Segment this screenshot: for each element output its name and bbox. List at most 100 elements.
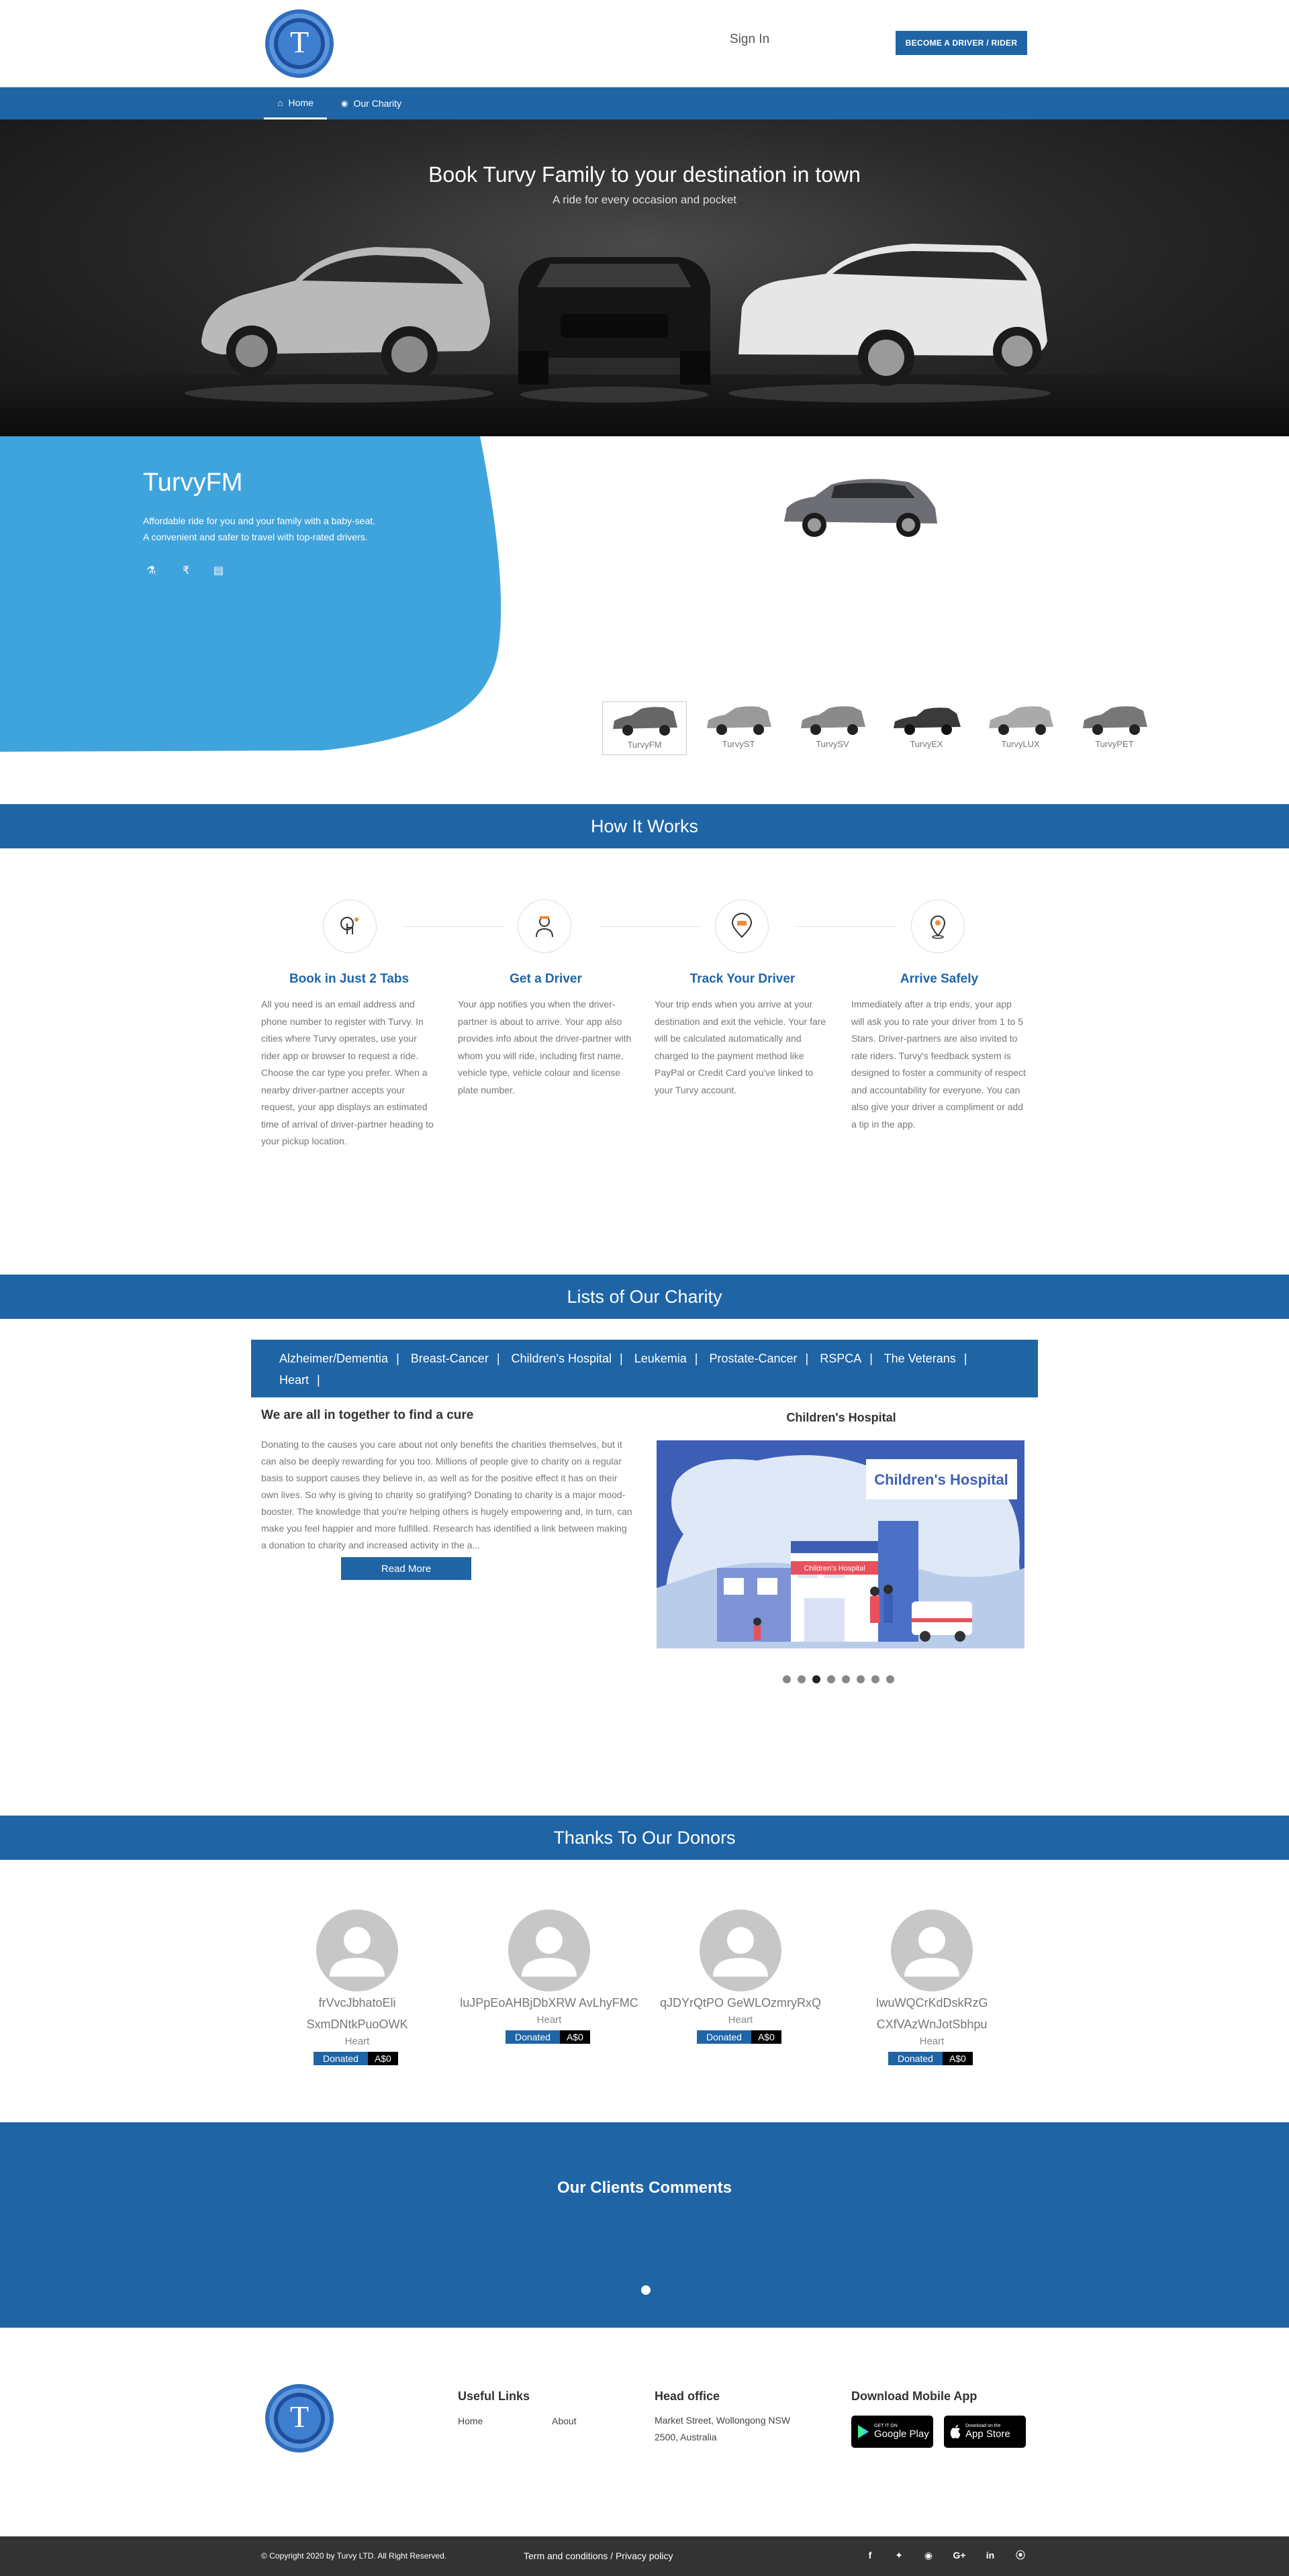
apple-icon <box>950 2425 961 2438</box>
seat-icon: ⚗ <box>146 565 156 577</box>
become-driver-button[interactable]: BECOME A DRIVER / RIDER <box>896 31 1027 55</box>
app-store-text: App Store <box>965 2428 1010 2440</box>
step-text-2: Your app notifies you when the driver-pa… <box>458 999 632 1095</box>
donor-cause: Heart <box>728 2014 753 2026</box>
car-label: TurvyST <box>722 739 755 749</box>
header: T Sign In BECOME A DRIVER / RIDER <box>0 0 1289 87</box>
comments-title: Our Clients Comments <box>557 2179 732 2197</box>
donors-section-title: Thanks To Our Donors <box>0 1816 1289 1860</box>
terms-privacy-link[interactable]: Term and conditions / Privacy policy <box>524 2550 673 2561</box>
address-line-1: Market Street, Wollongong NSW <box>655 2415 791 2426</box>
slider-dot-active[interactable] <box>812 1675 820 1683</box>
nav-item-charity[interactable]: ◉ Our Charity <box>341 87 401 119</box>
instagram-icon[interactable]: ◉ <box>920 2547 937 2563</box>
slider-dot[interactable] <box>842 1675 850 1683</box>
linkedin-icon[interactable]: in <box>982 2547 998 2563</box>
slider-dot[interactable] <box>871 1675 879 1683</box>
logo-letter: T <box>289 25 309 59</box>
charity-tab[interactable]: Alzheimer/Dementia <box>279 1352 388 1365</box>
car-label: TurvySV <box>816 739 849 749</box>
charity-tab[interactable]: Breast-Cancer <box>411 1352 489 1365</box>
car-pet-icon <box>1083 706 1147 735</box>
selected-car-image <box>784 479 937 537</box>
charity-description: Donating to the causes you care about no… <box>261 1439 632 1550</box>
turvy-logo[interactable]: T <box>264 8 335 79</box>
car-type-desc-1: Affordable ride for you and your family … <box>143 515 376 526</box>
app-store-button[interactable]: Download on the App Store <box>944 2416 1026 2448</box>
step-title-4: Arrive Safely <box>900 972 979 986</box>
donor-name: luJPpEoAHBjDbXRW AvLhyFMC <box>460 1996 638 2010</box>
car-label: TurvyLUX <box>1001 739 1040 749</box>
app-store-small: Download on the <box>965 2424 1001 2428</box>
twitter-icon[interactable]: ✦ <box>891 2547 907 2563</box>
footer-logo[interactable]: T <box>264 2383 335 2454</box>
footer-link-home[interactable]: Home <box>458 2413 483 2430</box>
how-it-works-title: How It Works <box>0 804 1289 848</box>
step-title-3: Track Your Driver <box>689 972 796 986</box>
hero-banner: Book Turvy Family to your destination in… <box>0 119 1289 436</box>
car-type-desc-2: A convenient and safer to travel with to… <box>143 532 368 542</box>
slider-dot[interactable] <box>783 1675 791 1683</box>
car-ex-icon <box>894 707 961 735</box>
car-option-lux[interactable]: TurvyLUX <box>978 701 1063 755</box>
donation-badge: Donated A$0 <box>314 2052 398 2065</box>
charity-tab[interactable]: Prostate-Cancer <box>709 1352 797 1365</box>
nav-item-home[interactable]: ⌂ Home <box>264 87 327 119</box>
step-connector <box>403 926 504 927</box>
nav-charity-label: Our Charity <box>353 98 402 109</box>
donation-badge: Donated A$0 <box>506 2030 590 2044</box>
donor-cause: Heart <box>536 2014 562 2026</box>
google-play-button[interactable]: GET IT ON Google Play <box>851 2416 933 2448</box>
charity-section-title: Lists of Our Charity <box>0 1275 1289 1319</box>
sign-text: Children's Hospital <box>804 1565 865 1573</box>
charity-tab[interactable]: RSPCA <box>820 1352 861 1365</box>
track-icon <box>715 899 769 953</box>
donated-label: Donated <box>506 2030 560 2044</box>
charity-tab[interactable]: The Veterans <box>884 1352 956 1365</box>
charity-icon: ◉ <box>341 99 348 108</box>
car-type-title: TurvyFM <box>143 468 243 497</box>
car-option-sv[interactable]: TurvySV <box>790 701 875 755</box>
google-play-small: GET IT ON <box>874 2424 898 2428</box>
step-connector <box>600 926 700 927</box>
slider-dot[interactable] <box>886 1675 894 1683</box>
car-lux-icon <box>989 706 1053 735</box>
charity-tab[interactable]: Heart <box>279 1373 309 1387</box>
car-label: TurvyEX <box>910 739 943 749</box>
donor-avatar <box>700 1910 781 1991</box>
sign-in-link[interactable]: Sign In <box>730 32 769 47</box>
car-option-pet[interactable]: TurvyPET <box>1072 701 1157 755</box>
step-text-1: All you need is an email address and pho… <box>261 999 434 1146</box>
slider-dot[interactable] <box>798 1675 806 1683</box>
car-option-st[interactable]: TurvyST <box>696 701 781 755</box>
donor-avatar <box>508 1910 590 1991</box>
fm-blue-panel <box>0 436 502 752</box>
read-more-button[interactable]: Read More <box>341 1557 471 1580</box>
pinterest-icon[interactable]: ⦿ <box>1012 2547 1029 2563</box>
step-text-4: Immediately after a trip ends, your app … <box>851 999 1026 1130</box>
step-connector <box>796 926 897 927</box>
comments-slider-dot[interactable] <box>641 2285 651 2295</box>
facebook-icon[interactable]: f <box>862 2547 878 2563</box>
slide-title: Children's Hospital <box>786 1411 896 1424</box>
car-type-section: TurvyFM Affordable ride for you and your… <box>0 436 1289 755</box>
car-option-fm[interactable]: TurvyFM <box>602 701 687 755</box>
head-office-heading: Head office <box>655 2389 720 2403</box>
slider-dot[interactable] <box>857 1675 865 1683</box>
donor-name: frVvcJbhatoEli SxmDNtkPuoOWK <box>306 1996 408 2031</box>
step-title-1: Book in Just 2 Tabs <box>289 972 410 986</box>
car-option-ex[interactable]: TurvyEX <box>884 701 969 755</box>
donor-avatar <box>891 1910 973 1991</box>
footer-link-about[interactable]: About <box>552 2413 577 2430</box>
car-st-icon <box>707 706 771 735</box>
donated-amount: A$0 <box>942 2052 973 2065</box>
google-play-icon <box>858 2425 869 2438</box>
slider-dot[interactable] <box>827 1675 835 1683</box>
card-icon: ▤ <box>213 565 224 577</box>
charity-slide-image[interactable]: Children's Hospital Children's Hospital <box>657 1440 1024 1648</box>
google-plus-icon[interactable]: G+ <box>951 2547 967 2563</box>
charity-tab[interactable]: Children's Hospital <box>512 1352 612 1365</box>
donated-amount: A$0 <box>751 2030 781 2044</box>
charity-tab[interactable]: Leukemia <box>634 1352 687 1365</box>
touch-icon <box>323 899 377 953</box>
